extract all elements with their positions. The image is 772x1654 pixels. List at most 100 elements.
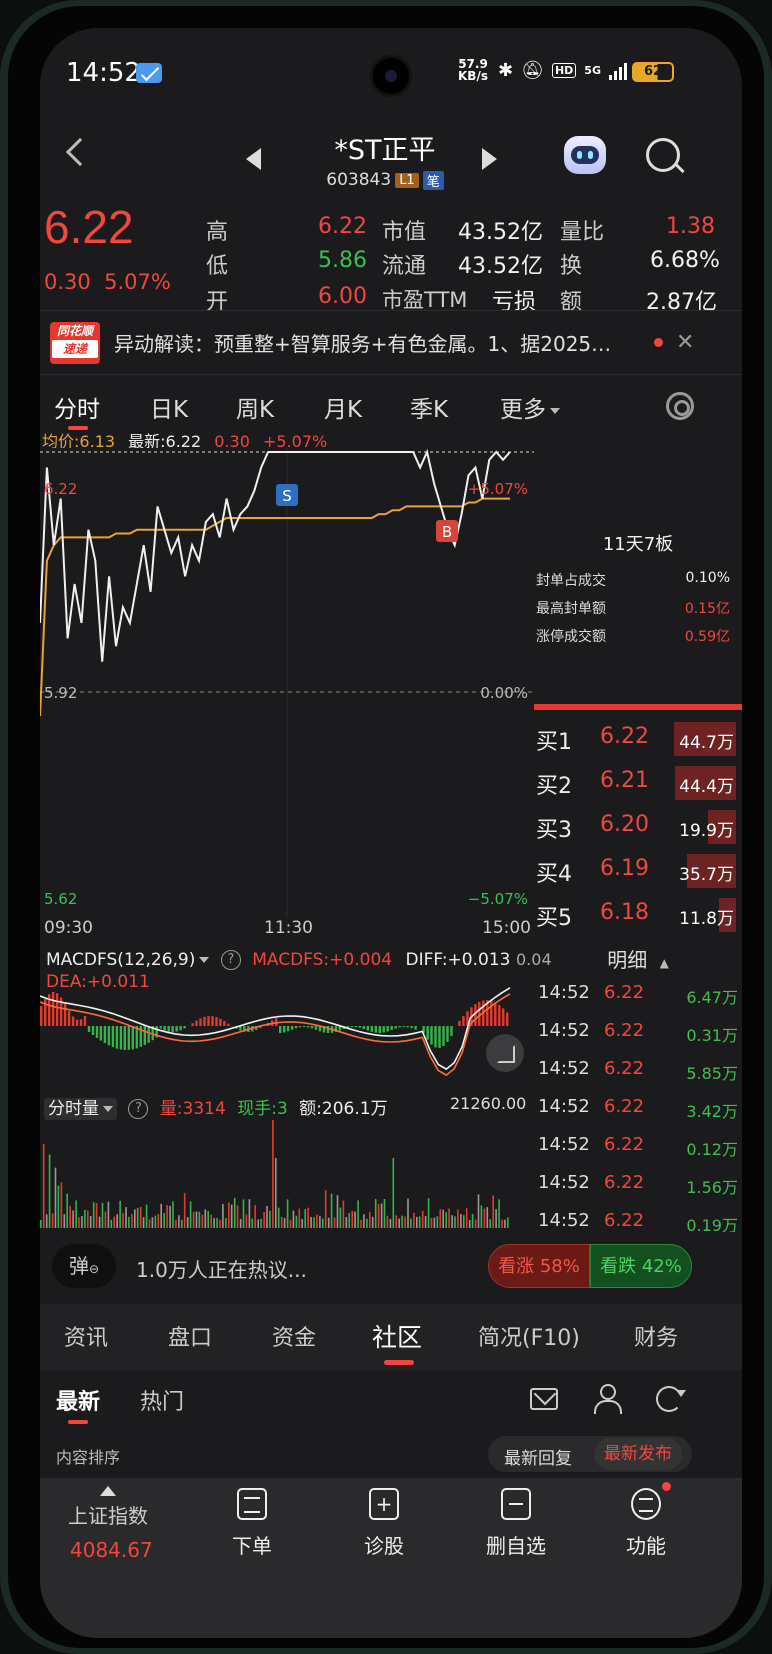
macd-bar (76, 1020, 78, 1026)
volume-bar (166, 1205, 168, 1228)
book-divider-bar (534, 704, 742, 710)
macd-indicator-name[interactable]: MACDFS(12,26,9) (46, 950, 195, 970)
volume-bar (296, 1216, 298, 1228)
help-icon[interactable]: ? (221, 950, 241, 970)
tab-orderbook[interactable]: 盘口 (168, 1320, 212, 1352)
book-price: 6.21 (600, 768, 649, 793)
quote-panel: 6.22 0.30 5.07% 高 6.22 低 5.86 开 6.00 市值 … (40, 200, 742, 310)
search-icon[interactable] (646, 138, 680, 172)
next-stock-icon[interactable] (482, 148, 497, 170)
divider (40, 310, 742, 311)
tab-more[interactable]: 更多 (500, 390, 560, 424)
hot-discussion-text[interactable]: 1.0万人正在热议... (136, 1254, 307, 1283)
danmu-label: 弹 (69, 1254, 89, 1278)
notification-dot (662, 1482, 671, 1491)
back-icon[interactable] (66, 138, 94, 166)
order-book-row[interactable]: 买2 6.21 44.4万 (534, 760, 742, 804)
volume-bar (290, 1220, 292, 1228)
macd-bar (52, 992, 54, 1026)
news-text[interactable]: 异动解读：预重整+智算服务+有色金属。1、据2025… (114, 328, 611, 357)
volume-bar (172, 1201, 174, 1228)
ai-assistant-icon[interactable] (564, 136, 606, 174)
fullscreen-icon[interactable] (486, 1034, 524, 1072)
tab-hot[interactable]: 热门 (140, 1384, 184, 1416)
volume-indicator[interactable]: 分时量 (44, 1098, 117, 1120)
macd-bar (132, 1026, 134, 1049)
trade-time: 14:52 (538, 1058, 590, 1079)
price-change: 0.30 5.07% (44, 270, 171, 294)
index-name: 上证指数 (68, 1500, 148, 1529)
tab-latest[interactable]: 最新 (56, 1384, 100, 1416)
macd-bar (351, 1026, 353, 1027)
macd-bar (148, 1026, 150, 1043)
macd-bar (363, 1026, 365, 1029)
volume-bar (55, 1168, 57, 1228)
tab-daily-k[interactable]: 日K (150, 390, 188, 424)
tab-finance[interactable]: 财务 (634, 1320, 678, 1352)
macd-bar (458, 1021, 460, 1026)
volume-bar (228, 1203, 230, 1228)
tab-capital[interactable]: 资金 (272, 1320, 316, 1352)
macd-bar (478, 1002, 480, 1026)
volume-bar (122, 1213, 124, 1228)
volume-header: 分时量 ? 量:3314 现手:3 额:206.1万 (44, 1094, 388, 1119)
macd-bar (430, 1026, 432, 1045)
buy-marker[interactable]: B (436, 520, 458, 542)
volume-bar (393, 1158, 395, 1228)
trade-volume: 6.47万 (686, 984, 738, 1008)
volume-bar (416, 1217, 418, 1228)
volume-bar (231, 1205, 233, 1228)
volume-bar (343, 1201, 345, 1229)
intraday-chart[interactable]: S B 6.22 5.92 5.62 +5.07% 0.00% −5.07% (40, 448, 534, 918)
volume-bar (451, 1215, 453, 1228)
user-icon[interactable] (594, 1384, 618, 1414)
macd-bar (287, 1026, 289, 1031)
volume-bar (504, 1220, 506, 1228)
volume-bar (472, 1214, 474, 1228)
order-icon (237, 1488, 267, 1520)
sort-latest-post[interactable]: 最新发布 (594, 1438, 682, 1470)
volume-bar (237, 1206, 239, 1229)
order-book-row[interactable]: 买5 6.18 11.8万 (534, 892, 742, 936)
tab-community[interactable]: 社区 (372, 1318, 422, 1354)
refresh-icon[interactable] (656, 1386, 682, 1412)
order-book-row[interactable]: 买3 6.20 19.9万 (534, 804, 742, 848)
bearish-button[interactable]: 看跌 42% (590, 1244, 692, 1288)
note-tag[interactable]: 笔 (423, 171, 444, 190)
tab-weekly-k[interactable]: 周K (236, 390, 274, 424)
order-book-row[interactable]: 买1 6.22 44.7万 (534, 716, 742, 760)
tab-profile[interactable]: 简况(F10) (478, 1320, 580, 1352)
chevron-down-icon[interactable] (199, 957, 209, 963)
volume-bar (90, 1216, 92, 1228)
sell-marker[interactable]: S (276, 484, 298, 506)
tab-monthly-k[interactable]: 月K (324, 390, 362, 424)
chart-settings-icon[interactable] (666, 392, 694, 420)
message-icon[interactable] (530, 1388, 558, 1410)
trade-volume: 1.56万 (686, 1174, 738, 1198)
volume-bar (422, 1211, 424, 1228)
sort-latest-reply[interactable]: 最新回复 (504, 1444, 572, 1469)
help-icon[interactable]: ? (128, 1099, 148, 1119)
macd-bar (96, 1026, 98, 1038)
detail-header[interactable]: 明细 ▲ (534, 944, 742, 982)
dea-value: DEA:+0.011 (46, 972, 150, 992)
trade-price: 6.22 (604, 1096, 644, 1117)
order-book-row[interactable]: 买4 6.19 35.7万 (534, 848, 742, 892)
tab-quarterly-k[interactable]: 季K (410, 390, 448, 424)
close-icon[interactable]: ✕ (676, 330, 694, 355)
macd-bar (498, 1005, 500, 1026)
trade-time: 14:52 (538, 982, 590, 1003)
tab-intraday[interactable]: 分时 (54, 390, 100, 424)
volume-bar (281, 1217, 283, 1228)
book-level: 买3 (536, 812, 572, 844)
volume-bar (284, 1218, 286, 1228)
danmu-button[interactable]: 弹⊖ (52, 1244, 116, 1288)
news-strip[interactable]: 同花顺 速递 异动解读：预重整+智算服务+有色金属。1、据2025… ✕ (40, 312, 742, 374)
prev-stock-icon[interactable] (246, 148, 261, 170)
volume-bar (469, 1220, 471, 1228)
tab-news[interactable]: 资讯 (64, 1320, 108, 1352)
volume-bar (181, 1220, 183, 1228)
macd-bar (191, 1023, 193, 1026)
chevron-down-icon (550, 408, 560, 414)
bullish-button[interactable]: 看涨 58% (488, 1244, 590, 1288)
